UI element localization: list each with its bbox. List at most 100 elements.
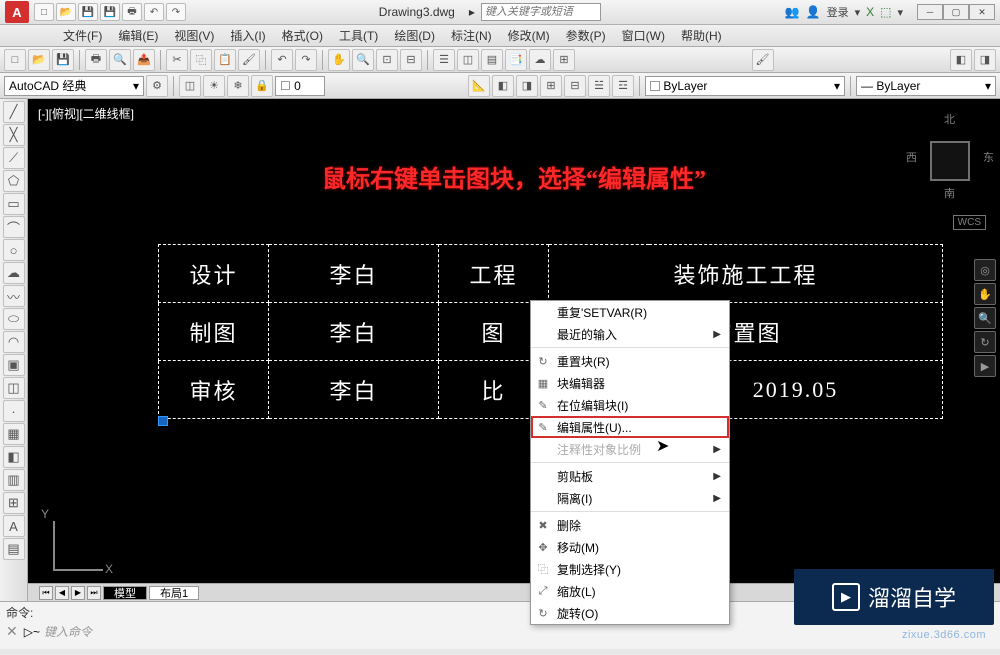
tab-last-icon[interactable]: ⏭ <box>87 586 101 600</box>
undo-icon[interactable]: ↶ <box>271 49 293 71</box>
match-icon[interactable]: 🖌 <box>238 49 260 71</box>
nav-showmotion-icon[interactable]: ▶ <box>974 355 996 377</box>
viewcube-west[interactable]: 西 <box>906 149 917 165</box>
construction-line-icon[interactable]: ╳ <box>3 124 25 146</box>
tool-icon[interactable]: ◧ <box>950 49 972 71</box>
close-cmd-icon[interactable]: ✕ <box>6 623 18 640</box>
nav-orbit-icon[interactable]: ↻ <box>974 331 996 353</box>
exchange-icon[interactable]: X <box>866 5 874 19</box>
menu-tools[interactable]: 工具(T) <box>331 25 386 46</box>
menu-dimension[interactable]: 标注(N) <box>443 25 500 46</box>
ellipse-icon[interactable]: ⬭ <box>3 308 25 330</box>
calc-icon[interactable]: ⊞ <box>553 49 575 71</box>
spline-icon[interactable]: 〰 <box>3 285 25 307</box>
viewcube-north[interactable]: 北 <box>944 111 955 127</box>
menu-help[interactable]: 帮助(H) <box>673 25 730 46</box>
tab-model[interactable]: 模型 <box>103 586 147 600</box>
save-icon[interactable]: 💾 <box>52 49 74 71</box>
ctx-rotate[interactable]: ↻旋转(O) <box>531 602 729 624</box>
polygon-icon[interactable]: ⬠ <box>3 170 25 192</box>
point-icon[interactable]: · <box>3 400 25 422</box>
ctx-recent-input[interactable]: 最近的输入▶ <box>531 323 729 345</box>
layer-tool-icon[interactable]: 📐 <box>468 75 490 97</box>
color-bylayer-dropdown[interactable]: ByLayer▾ <box>645 76 845 96</box>
menu-edit[interactable]: 编辑(E) <box>110 25 166 46</box>
selection-grip[interactable] <box>158 416 168 426</box>
layer-icon[interactable]: ◫ <box>179 75 201 97</box>
table-icon[interactable]: ⊞ <box>3 492 25 514</box>
redo-icon[interactable]: ↷ <box>295 49 317 71</box>
ellipse-arc-icon[interactable]: ◠ <box>3 331 25 353</box>
layer-tool-icon[interactable]: ◧ <box>492 75 514 97</box>
publish-icon[interactable]: 📤 <box>133 49 155 71</box>
ctx-copy-selection[interactable]: ⿻复制选择(Y) <box>531 558 729 580</box>
qat-new-icon[interactable]: □ <box>34 3 54 21</box>
open-icon[interactable]: 📂 <box>28 49 50 71</box>
nav-zoom-icon[interactable]: 🔍 <box>974 307 996 329</box>
tool-palette-icon[interactable]: ▤ <box>481 49 503 71</box>
layer-tool-icon[interactable]: ⊞ <box>540 75 562 97</box>
line-icon[interactable]: ╱ <box>3 101 25 123</box>
menu-file[interactable]: 文件(F) <box>55 25 110 46</box>
ctx-move[interactable]: ✥移动(M) <box>531 536 729 558</box>
infocenter-icon[interactable]: 👥 <box>785 5 800 19</box>
menu-window[interactable]: 窗口(W) <box>614 25 673 46</box>
menu-modify[interactable]: 修改(M) <box>500 25 558 46</box>
sheet-set-icon[interactable]: 📑 <box>505 49 527 71</box>
copy-icon[interactable]: ⿻ <box>190 49 212 71</box>
brush-icon[interactable]: 🖌 <box>752 49 774 71</box>
minimize-button[interactable]: ─ <box>917 4 943 20</box>
layer-tool-icon[interactable]: ☱ <box>588 75 610 97</box>
viewcube-south[interactable]: 南 <box>944 185 955 201</box>
gear-icon[interactable]: ⚙ <box>146 75 168 97</box>
qat-print-icon[interactable]: 🖶 <box>122 3 142 21</box>
menu-draw[interactable]: 绘图(D) <box>386 25 443 46</box>
make-block-icon[interactable]: ◫ <box>3 377 25 399</box>
qat-undo-icon[interactable]: ↶ <box>144 3 164 21</box>
ctx-repeat[interactable]: 重复'SETVAR(R) <box>531 301 729 323</box>
close-button[interactable]: ✕ <box>969 4 995 20</box>
menu-parametric[interactable]: 参数(P) <box>558 25 614 46</box>
layer-tool-icon[interactable]: ◨ <box>516 75 538 97</box>
search-input[interactable] <box>481 3 601 21</box>
login-link[interactable]: 登录 <box>827 4 849 20</box>
new-icon[interactable]: □ <box>4 49 26 71</box>
help-icon[interactable]: ⬚ <box>880 5 891 19</box>
zoom-prev-icon[interactable]: ⊟ <box>400 49 422 71</box>
qat-open-icon[interactable]: 📂 <box>56 3 76 21</box>
paste-icon[interactable]: 📋 <box>214 49 236 71</box>
tab-layout1[interactable]: 布局1 <box>149 586 199 600</box>
qat-saveas-icon[interactable]: 💾 <box>100 3 120 21</box>
ctx-isolate[interactable]: 隔离(I)▶ <box>531 487 729 509</box>
menu-format[interactable]: 格式(O) <box>274 25 331 46</box>
signin-icon[interactable]: 👤 <box>806 5 821 19</box>
wcs-label[interactable]: WCS <box>953 215 986 230</box>
preview-icon[interactable]: 🔍 <box>109 49 131 71</box>
viewcube-east[interactable]: 东 <box>983 149 994 165</box>
rectangle-icon[interactable]: ▭ <box>3 193 25 215</box>
text-icon[interactable]: A <box>3 515 25 537</box>
ctx-scale[interactable]: ⤢缩放(L) <box>531 580 729 602</box>
layer-lock-icon[interactable]: 🔒 <box>251 75 273 97</box>
ctx-clipboard[interactable]: 剪贴板▶ <box>531 465 729 487</box>
gradient-icon[interactable]: ◧ <box>3 446 25 468</box>
tool-icon[interactable]: ◨ <box>974 49 996 71</box>
revision-cloud-icon[interactable]: ☁ <box>3 262 25 284</box>
print-icon[interactable]: 🖶 <box>85 49 107 71</box>
region-icon[interactable]: ▥ <box>3 469 25 491</box>
hatch-icon[interactable]: ▦ <box>3 423 25 445</box>
circle-icon[interactable]: ○ <box>3 239 25 261</box>
cut-icon[interactable]: ✂ <box>166 49 188 71</box>
add-icon[interactable]: ▤ <box>3 538 25 560</box>
view-label[interactable]: [-][俯视][二维线框] <box>38 105 134 122</box>
zoom-window-icon[interactable]: ⊡ <box>376 49 398 71</box>
menu-insert[interactable]: 插入(I) <box>222 25 273 46</box>
pan-icon[interactable]: ✋ <box>328 49 350 71</box>
zoom-icon[interactable]: 🔍 <box>352 49 374 71</box>
nav-wheel-icon[interactable]: ◎ <box>974 259 996 281</box>
ctx-reset-block[interactable]: ↻重置块(R) <box>531 350 729 372</box>
ctx-edit-block-inplace[interactable]: ✎在位编辑块(I) <box>531 394 729 416</box>
drawing-canvas[interactable]: [-][俯视][二维线框] 鼠标右键单击图块，选择“编辑属性” 设计 李白 工程… <box>28 99 1000 601</box>
tab-first-icon[interactable]: ⏮ <box>39 586 53 600</box>
layer-states-icon[interactable]: ☀ <box>203 75 225 97</box>
